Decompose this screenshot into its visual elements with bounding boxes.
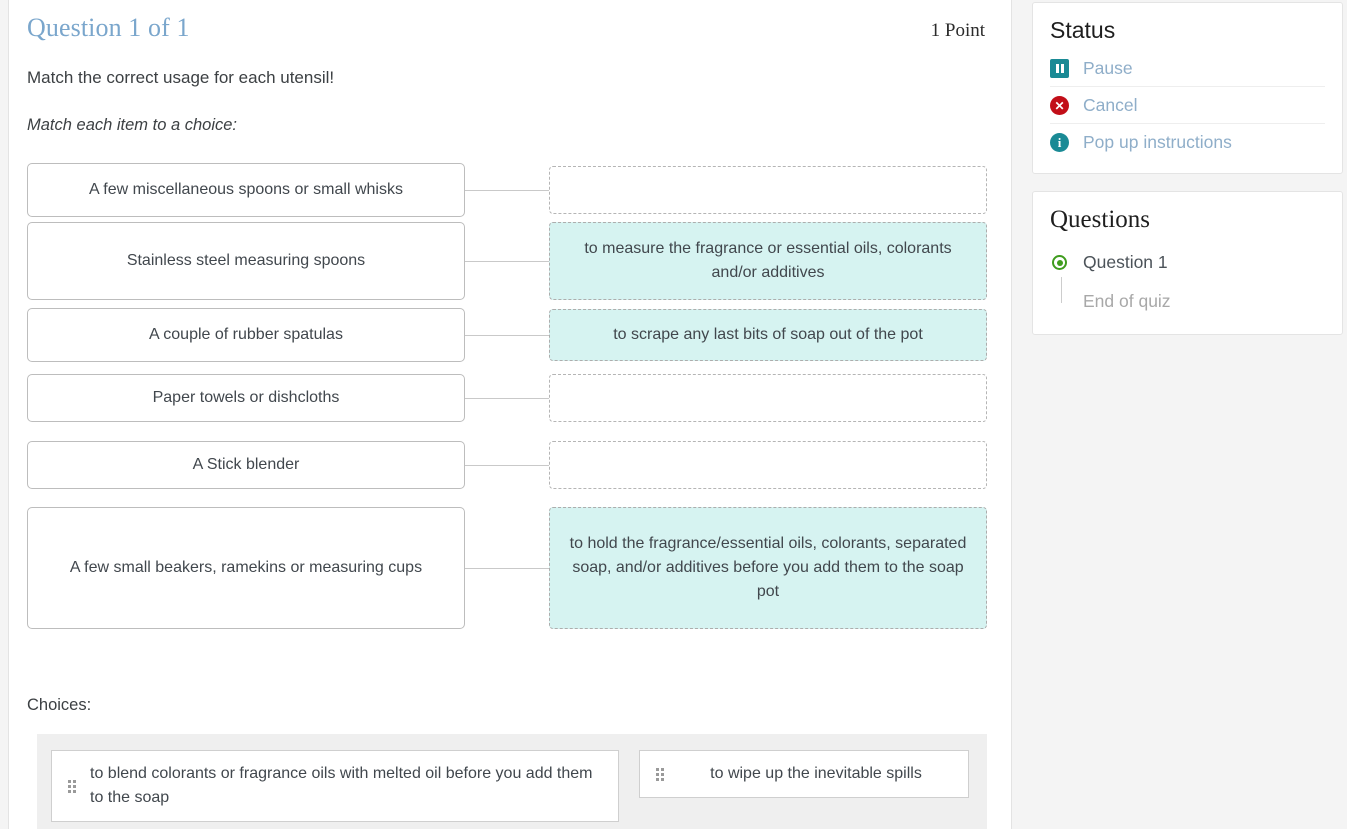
match-area: A few miscellaneous spoons or small whis… — [27, 163, 993, 645]
choice-card[interactable]: to blend colorants or fragrance oils wit… — [51, 750, 619, 822]
status-panel: Status Pause ✕ Cancel i Pop up instructi… — [1032, 2, 1343, 174]
sidebar-item-end-of-quiz[interactable]: End of quiz — [1050, 282, 1325, 321]
match-row: A couple of rubber spatulas to scrape an… — [27, 308, 993, 362]
match-connector — [465, 260, 549, 262]
pause-icon — [1050, 59, 1069, 78]
match-drop-zone[interactable] — [549, 441, 987, 489]
status-item-cancel[interactable]: ✕ Cancel — [1050, 87, 1325, 124]
match-row: A few miscellaneous spoons or small whis… — [27, 163, 993, 217]
match-drop-zone[interactable] — [549, 166, 987, 214]
status-panel-title: Status — [1050, 17, 1116, 43]
match-drop-zone[interactable] — [549, 374, 987, 422]
quiz-page: Question 1 of 1 1 Point Match the correc… — [0, 0, 1347, 829]
sidebar-item-label: Question 1 — [1083, 252, 1168, 272]
match-item: A few small beakers, ramekins or measuri… — [27, 507, 465, 629]
sidebar: Status Pause ✕ Cancel i Pop up instructi… — [1032, 0, 1343, 829]
drag-handle-icon[interactable] — [656, 767, 664, 781]
match-row: A few small beakers, ramekins or measuri… — [27, 507, 993, 629]
page-title: Question 1 of 1 — [27, 13, 190, 42]
match-row: Paper towels or dishcloths — [27, 374, 993, 422]
match-connector — [465, 397, 549, 399]
match-item: A Stick blender — [27, 441, 465, 489]
match-connector — [465, 189, 549, 191]
match-item: A couple of rubber spatulas — [27, 308, 465, 362]
match-row: A Stick blender — [27, 441, 993, 489]
drag-handle-icon[interactable] — [68, 779, 76, 793]
match-drop-zone[interactable]: to hold the fragrance/essential oils, co… — [549, 507, 987, 629]
status-item-label: Pop up instructions — [1083, 132, 1232, 152]
questions-list: Question 1 End of quiz — [1050, 239, 1325, 321]
choice-label: to wipe up the inevitable spills — [710, 765, 922, 782]
cancel-icon: ✕ — [1050, 96, 1069, 115]
status-item-label: Pause — [1083, 58, 1133, 78]
choice-label: to blend colorants or fragrance oils wit… — [90, 765, 593, 806]
questions-panel-title: Questions — [1050, 206, 1150, 233]
choices-tray[interactable]: to blend colorants or fragrance oils wit… — [37, 734, 987, 829]
match-drop-zone[interactable]: to measure the fragrance or essential oi… — [549, 222, 987, 300]
question-subprompt: Match each item to a choice: — [27, 116, 238, 134]
info-icon: i — [1050, 133, 1069, 152]
choice-card[interactable]: to wipe up the inevitable spills — [639, 750, 969, 798]
sidebar-item-label: End of quiz — [1083, 291, 1171, 311]
sidebar-item-question-1[interactable]: Question 1 — [1050, 243, 1325, 303]
match-item: Paper towels or dishcloths — [27, 374, 465, 422]
match-connector — [465, 464, 549, 466]
match-item: Stainless steel measuring spoons — [27, 222, 465, 300]
match-item: A few miscellaneous spoons or small whis… — [27, 163, 465, 217]
active-question-icon — [1052, 255, 1067, 303]
match-connector — [465, 334, 549, 336]
status-item-label: Cancel — [1083, 95, 1138, 115]
inactive-question-icon — [1052, 294, 1067, 309]
question-points: 1 Point — [930, 20, 985, 41]
choices-label: Choices: — [27, 696, 92, 714]
question-prompt: Match the correct usage for each utensil… — [27, 68, 335, 87]
question-card: Question 1 of 1 1 Point Match the correc… — [8, 0, 1012, 829]
status-item-popup-instructions[interactable]: i Pop up instructions — [1050, 124, 1325, 160]
status-item-pause[interactable]: Pause — [1050, 50, 1325, 87]
question-header: Question 1 of 1 1 Point — [27, 0, 993, 43]
questions-panel: Questions Question 1 End of quiz — [1032, 191, 1343, 335]
match-drop-zone[interactable]: to scrape any last bits of soap out of t… — [549, 309, 987, 361]
match-connector — [465, 567, 549, 569]
match-row: Stainless steel measuring spoons to meas… — [27, 222, 993, 300]
